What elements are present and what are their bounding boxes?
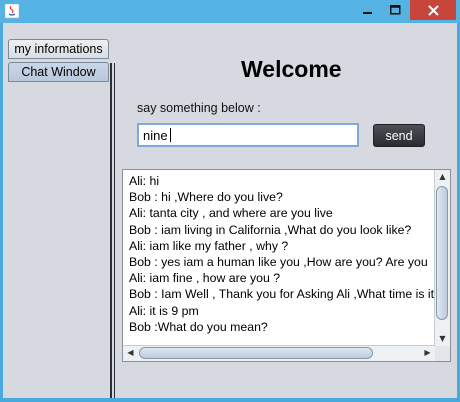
minimize-button[interactable]: [355, 0, 381, 20]
chat-line: Ali: tanta city , and where are you live: [129, 206, 333, 221]
close-icon: [427, 4, 439, 16]
chat-line: Bob : yes iam a human like you ,How are …: [129, 255, 428, 270]
chat-line: Ali: hi: [129, 174, 160, 188]
close-button[interactable]: [410, 0, 456, 20]
maximize-button[interactable]: [382, 0, 408, 20]
maximize-icon: [389, 5, 400, 15]
send-button[interactable]: send: [373, 124, 425, 147]
java-app-icon: [4, 3, 20, 19]
page-title: Welcome: [241, 56, 342, 82]
vertical-scrollbar[interactable]: ▲ ▼: [434, 170, 450, 346]
chat-line: Ali: it is 9 pm: [129, 303, 199, 318]
chat-line: Bob :What do you mean?: [129, 319, 268, 334]
chat-line: Bob : hi ,Where do you live?: [129, 190, 283, 205]
horizontal-scrollbar[interactable]: ◀ ▶: [123, 345, 435, 361]
scroll-right-icon[interactable]: ▶: [420, 346, 435, 360]
tab-my-informations[interactable]: my informations: [8, 39, 109, 59]
window-content: my informations Chat Window Welcome say …: [3, 23, 457, 398]
chat-log[interactable]: Ali: hi Bob : hi ,Where do you live? Ali…: [122, 169, 451, 362]
chat-line: Bob : Iam Well , Thank you for Asking Al…: [129, 287, 434, 302]
title-bar: [0, 0, 460, 23]
tab-chat-window[interactable]: Chat Window: [8, 62, 109, 82]
minimize-icon: [363, 12, 372, 14]
tab-content-border-inner: [114, 63, 115, 398]
scroll-up-icon[interactable]: ▲: [435, 170, 450, 184]
horizontal-scroll-thumb[interactable]: [139, 347, 373, 359]
chat-lines: Ali: hi Bob : hi ,Where do you live? Ali…: [129, 173, 434, 345]
message-input[interactable]: nine: [137, 123, 359, 147]
chat-line: Ali: iam fine , how are you ?: [129, 271, 281, 286]
scroll-corner: [435, 346, 450, 361]
scroll-left-icon[interactable]: ◀: [123, 346, 138, 360]
tab-strip: my informations Chat Window: [3, 23, 111, 398]
text-caret: [169, 128, 171, 142]
vertical-scroll-thumb[interactable]: [436, 186, 448, 320]
message-input-value: nine: [143, 128, 168, 143]
scroll-down-icon[interactable]: ▼: [435, 332, 450, 346]
chat-line: Bob : iam living in California ,What do …: [129, 222, 412, 237]
tab-content-border: [110, 63, 112, 398]
chat-line: Ali: iam like my father , why ?: [129, 238, 289, 253]
prompt-label: say something below :: [137, 101, 261, 115]
